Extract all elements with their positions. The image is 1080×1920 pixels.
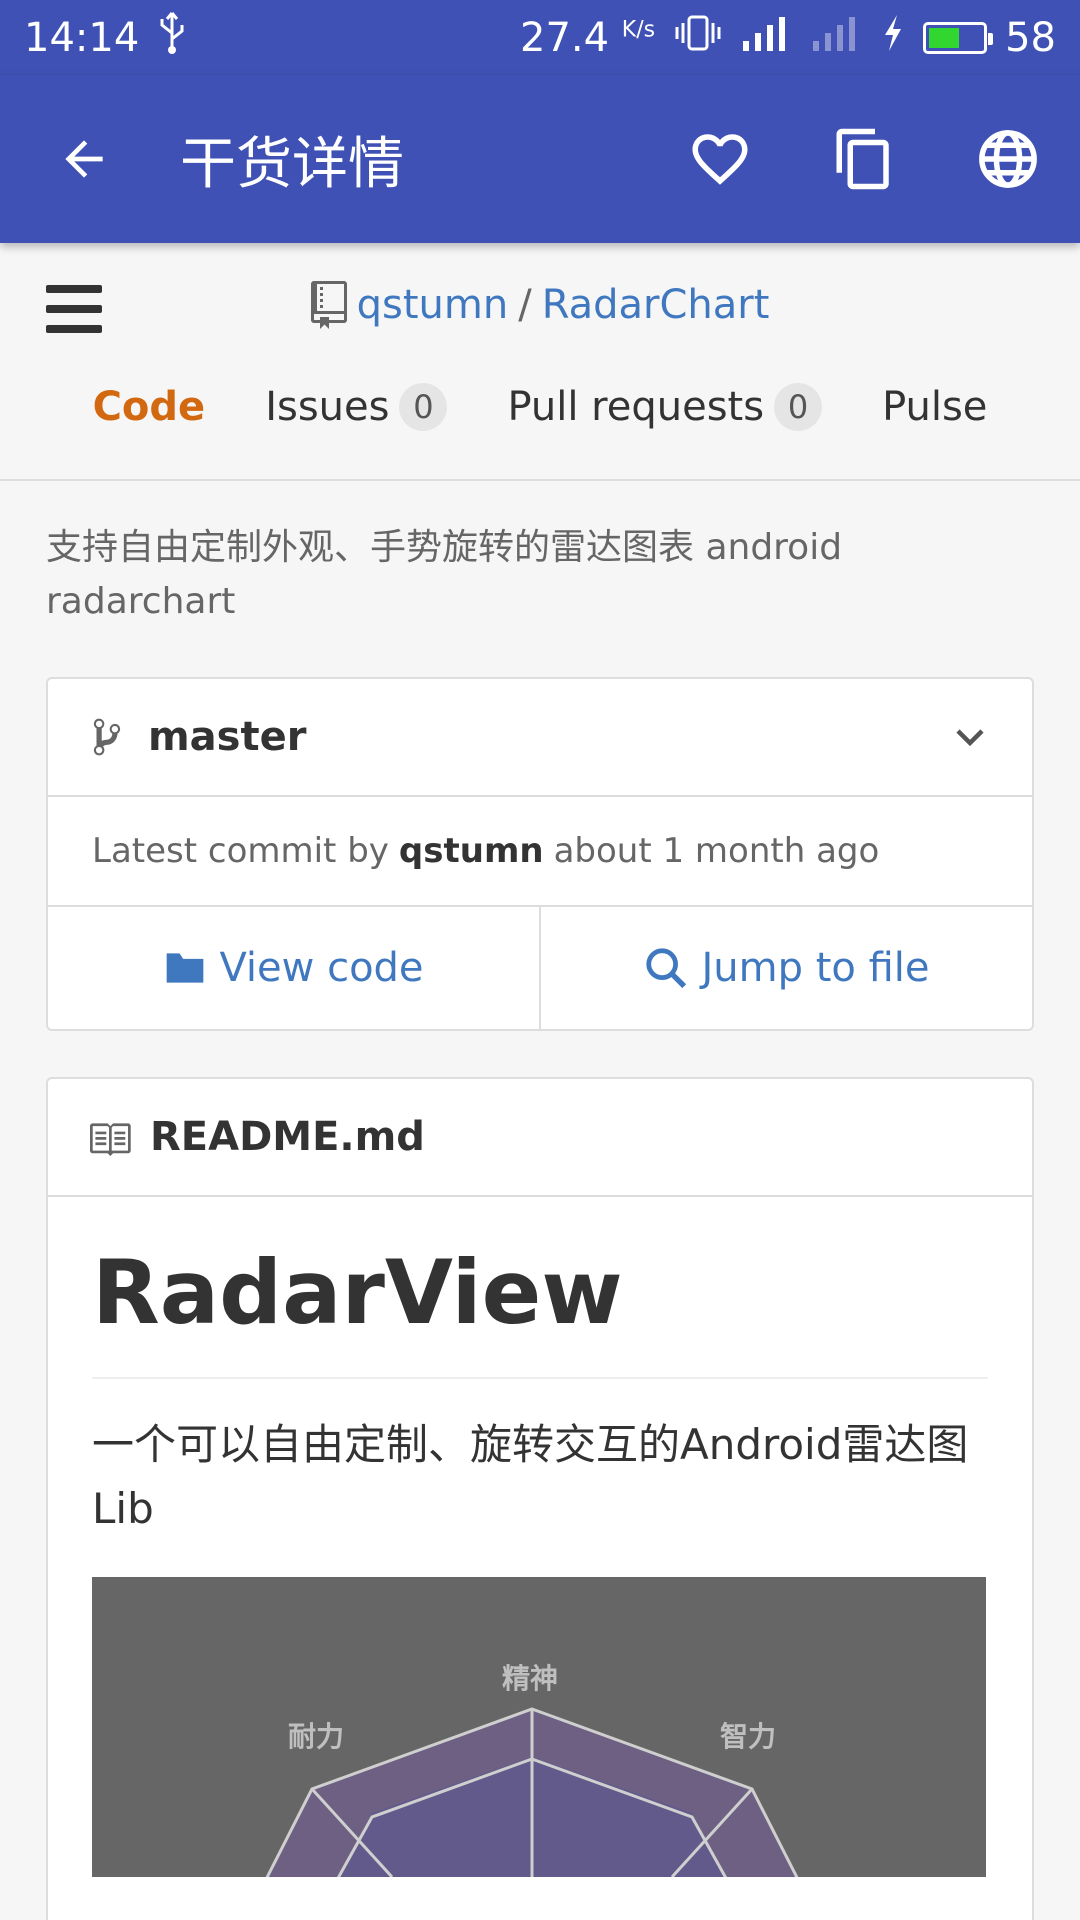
- vibrate-icon: [673, 13, 723, 63]
- battery-icon: [923, 21, 994, 54]
- readme-heading: RadarView: [92, 1243, 988, 1379]
- back-arrow-icon: [65, 140, 103, 178]
- heart-icon: [692, 134, 748, 185]
- chevron-down-icon: [956, 729, 984, 747]
- code-box: master Latest commit by qstumn about 1 m…: [46, 677, 1034, 1031]
- branch-selector[interactable]: master: [48, 679, 1032, 797]
- copy-button[interactable]: [792, 75, 936, 243]
- branch-name: master: [148, 714, 307, 760]
- folder-icon: [167, 953, 204, 983]
- network-speed: 27.4 K/s: [520, 14, 656, 61]
- commit-author[interactable]: qstumn: [399, 831, 544, 871]
- repo-book-icon: [310, 281, 347, 329]
- readme-header: README.md: [48, 1079, 1032, 1197]
- battery-level: 58: [1005, 14, 1056, 61]
- app-bar: 干货详情: [0, 75, 1080, 243]
- radar-label-stamina: 耐力: [288, 1720, 345, 1753]
- favorite-button[interactable]: [648, 75, 792, 243]
- jump-to-file-button[interactable]: Jump to file: [539, 907, 1032, 1029]
- page-title: 干货详情: [180, 131, 404, 197]
- readme-intro: 一个可以自由定制、旋转交互的Android雷达图Lib: [92, 1420, 969, 1533]
- repo-header: qstumn / RadarChart Code Issues 0 Pull re…: [0, 243, 1080, 481]
- usb-icon: [157, 11, 187, 65]
- radar-label-intellect: 智力: [720, 1720, 777, 1753]
- readme-box: README.md RadarView 一个可以自由定制、旋转交互的Androi…: [46, 1077, 1034, 1920]
- pull-requests-count: 0: [774, 383, 823, 431]
- tab-issues[interactable]: Issues 0: [265, 383, 448, 431]
- tab-pulse[interactable]: Pulse: [882, 384, 987, 430]
- globe-icon: [979, 130, 1037, 188]
- readme-filename: README.md: [150, 1114, 425, 1160]
- tab-pull-requests[interactable]: Pull requests 0: [507, 383, 823, 431]
- repo-tabs: Code Issues 0 Pull requests 0 Pulse: [0, 383, 1080, 431]
- repo-title: qstumn / RadarChart: [0, 281, 1080, 329]
- view-code-button[interactable]: View code: [48, 907, 539, 1029]
- radar-chart-image: 精神 耐力 智力: [92, 1577, 986, 1877]
- web-content: qstumn / RadarChart Code Issues 0 Pull re…: [0, 243, 1080, 1920]
- signal-icon: [741, 13, 793, 63]
- charging-icon: [881, 13, 905, 63]
- radar-chart-graphic: [265, 1707, 799, 1877]
- repo-description: 支持自由定制外观、手势旋转的雷达图表 android radarchart: [46, 527, 843, 622]
- book-icon: [90, 1123, 131, 1156]
- latest-commit: Latest commit by qstumn about 1 month ag…: [48, 797, 1032, 907]
- status-time: 14:14: [24, 14, 140, 61]
- issues-count: 0: [399, 383, 448, 431]
- open-in-browser-button[interactable]: [936, 75, 1080, 243]
- search-icon: [646, 948, 687, 989]
- radar-label-spirit: 精神: [502, 1662, 559, 1695]
- copy-icon: [836, 128, 889, 190]
- branch-icon: [93, 718, 121, 756]
- signal-weak-icon: [811, 13, 863, 63]
- tab-code[interactable]: Code: [93, 384, 206, 430]
- status-bar: 14:14 27.4 K/s 58: [0, 0, 1080, 75]
- repo-owner-link[interactable]: qstumn: [357, 282, 509, 328]
- repo-name-link[interactable]: RadarChart: [542, 282, 770, 328]
- back-button[interactable]: [0, 75, 168, 243]
